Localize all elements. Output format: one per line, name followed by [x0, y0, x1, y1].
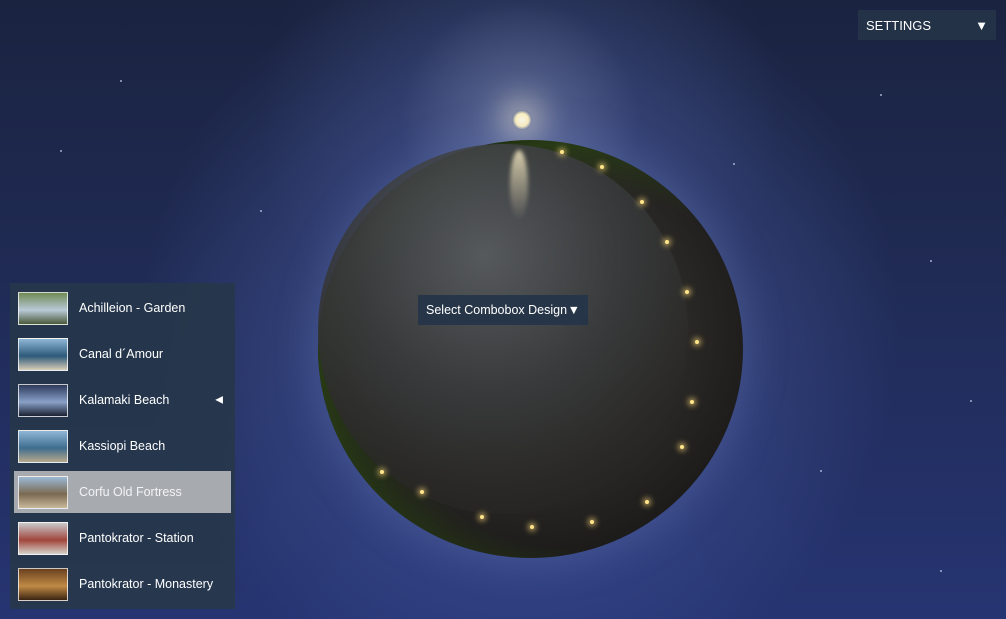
panorama-list-item-label: Kalamaki Beach: [79, 393, 170, 407]
panorama-thumbnail: [18, 429, 68, 463]
panorama-thumbnail: [18, 383, 68, 417]
active-pointer-icon: ◀: [215, 394, 223, 406]
panorama-list-item[interactable]: Kalamaki Beach ◀: [14, 379, 231, 421]
star: [120, 80, 122, 82]
combobox-label: Select Combobox Design: [426, 303, 568, 317]
panorama-list-item-label: Pantokrator - Monastery: [79, 577, 214, 591]
panorama-thumbnail: [18, 291, 68, 325]
coast-light: [420, 490, 424, 494]
star: [940, 570, 942, 572]
coast-light: [690, 400, 694, 404]
combobox-design-select[interactable]: Select Combobox Design ▼: [418, 295, 588, 325]
panorama-list-item[interactable]: Canal d´Amour: [14, 333, 231, 375]
panorama-list-item-label: Pantokrator - Station: [79, 531, 194, 545]
panorama-list-item-label: Corfu Old Fortress: [79, 485, 182, 499]
star: [820, 470, 822, 472]
panorama-list-item-label: Canal d´Amour: [79, 347, 164, 361]
coast-light: [695, 340, 699, 344]
panorama-list-item[interactable]: Pantokrator - Station: [14, 517, 231, 559]
panorama-list-item-label: Kassiopi Beach: [79, 439, 166, 453]
star: [60, 150, 62, 152]
panorama-list-item[interactable]: Corfu Old Fortress: [14, 471, 231, 513]
coast-light: [680, 445, 684, 449]
panorama-viewport[interactable]: SETTINGS ▼ Select Combobox Design ▼ Achi…: [0, 0, 1006, 619]
panorama-list: Achilleion - Garden Canal d´Amour Kalamaki…: [10, 283, 235, 609]
star: [260, 210, 262, 212]
panorama-thumbnail: [18, 337, 68, 371]
little-planet-sea: [318, 144, 688, 514]
star: [733, 163, 735, 165]
panorama-thumbnail: [18, 567, 68, 601]
panorama-list-item[interactable]: Kassiopi Beach: [14, 425, 231, 467]
star: [930, 260, 932, 262]
chevron-down-icon: ▼: [975, 17, 988, 33]
coast-light: [600, 165, 604, 169]
coast-light: [590, 520, 594, 524]
panorama-list-item-label: Achilleion - Garden: [79, 301, 186, 315]
moon-reflection: [510, 150, 528, 220]
settings-dropdown[interactable]: SETTINGS ▼: [858, 10, 996, 40]
panorama-list-item[interactable]: Pantokrator - Monastery: [14, 563, 231, 605]
coast-light: [530, 525, 534, 529]
coast-light: [645, 500, 649, 504]
coast-light: [560, 150, 564, 154]
star: [880, 94, 882, 96]
coast-light: [665, 240, 669, 244]
moon: [512, 110, 532, 130]
coast-light: [480, 515, 484, 519]
settings-label: SETTINGS: [866, 17, 932, 33]
coast-light: [685, 290, 689, 294]
coast-light: [640, 200, 644, 204]
coast-light: [380, 470, 384, 474]
chevron-down-icon: ▼: [567, 303, 580, 317]
panorama-list-item[interactable]: Achilleion - Garden: [14, 287, 231, 329]
star: [970, 400, 972, 402]
panorama-thumbnail: [18, 475, 68, 509]
panorama-thumbnail: [18, 521, 68, 555]
